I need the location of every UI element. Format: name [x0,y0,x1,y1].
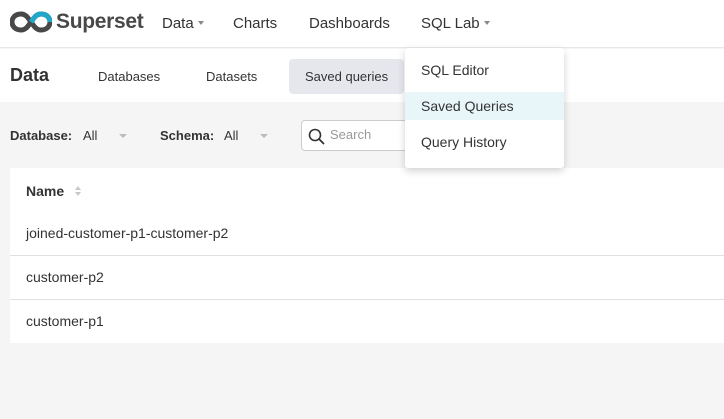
nav-sql-lab-menu[interactable]: SQL Lab [421,14,490,34]
search-icon [308,128,325,145]
app-name: Superset [56,10,144,33]
sort-icon[interactable] [74,185,82,197]
menu-item-sql-editor[interactable]: SQL Editor [405,56,564,84]
tab-saved-queries[interactable]: Saved queries [289,59,405,94]
database-filter-label: Database: [10,128,73,143]
table-row[interactable]: joined-customer-p1-customer-p2 [10,212,724,256]
saved-queries-table: Name joined-customer-p1-customer-p2 cust… [10,168,724,343]
sub-header: Data Databases Datasets Saved queries [0,49,724,102]
top-navbar: Superset Data Charts Dashboards SQL Lab [0,0,724,48]
menu-item-saved-queries[interactable]: Saved Queries [405,92,564,120]
nav-charts[interactable]: Charts [233,14,277,34]
menu-item-query-history[interactable]: Query History [405,128,564,156]
chevron-down-icon[interactable] [119,134,127,138]
column-header-name[interactable]: Name [26,183,64,199]
nav-data-label: Data [162,15,194,32]
tab-databases[interactable]: Databases [82,59,176,94]
superset-logo[interactable]: Superset [10,10,144,34]
chevron-down-icon [197,21,204,26]
chevron-down-icon [483,21,490,26]
nav-charts-label: Charts [233,15,278,32]
query-name-cell[interactable]: joined-customer-p1-customer-p2 [26,225,228,241]
table-row[interactable]: customer-p2 [10,256,724,300]
nav-data-menu[interactable]: Data [162,14,204,34]
superset-logo-icon [10,11,52,33]
search-input[interactable] [330,127,406,142]
sql-lab-dropdown-menu: SQL Editor Saved Queries Query History [405,48,564,168]
query-name-cell[interactable]: customer-p2 [26,269,104,285]
query-name-cell[interactable]: customer-p1 [26,313,104,329]
search-field[interactable] [301,120,411,151]
page-title: Data [10,65,50,85]
nav-dashboards[interactable]: Dashboards [309,14,390,34]
nav-dashboards-label: Dashboards [309,15,390,32]
schema-filter-label: Schema: [160,128,215,143]
database-filter-select[interactable]: All [83,128,97,143]
nav-sql-lab-label: SQL Lab [421,15,480,32]
table-row[interactable]: customer-p1 [10,300,724,344]
chevron-down-icon[interactable] [260,134,268,138]
tab-datasets[interactable]: Datasets [190,59,273,94]
schema-filter-select[interactable]: All [224,128,238,143]
